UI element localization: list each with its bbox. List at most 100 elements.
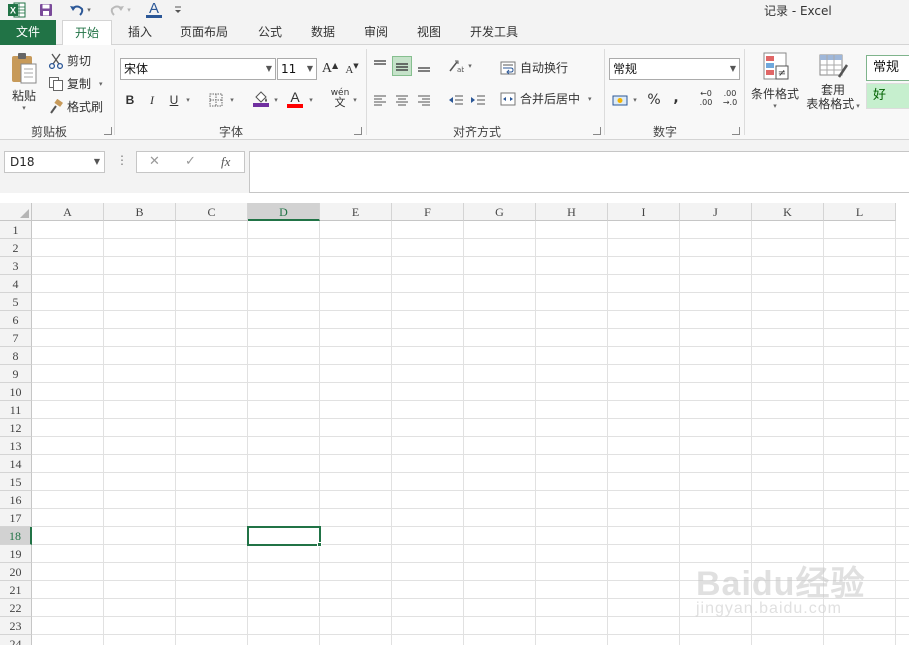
enter-icon[interactable]: ✓ [185,154,196,169]
column-header-a[interactable]: A [32,203,104,221]
row-header-8[interactable]: 8 [0,347,32,365]
align-middle-button[interactable] [392,56,412,76]
save-icon[interactable] [36,1,56,19]
column-header-k[interactable]: K [752,203,824,221]
row-header-4[interactable]: 4 [0,275,32,293]
row-header-6[interactable]: 6 [0,311,32,329]
row-header-22[interactable]: 22 [0,599,32,617]
row-header-21[interactable]: 21 [0,581,32,599]
font-color-button[interactable]: A [285,89,305,109]
underline-button[interactable]: U [164,90,184,110]
customize-quick-access-icon[interactable] [170,1,186,19]
column-header-j[interactable]: J [680,203,752,221]
row-header-24[interactable]: 24 [0,635,32,645]
borders-dropdown-icon[interactable]: ▾ [226,90,238,110]
column-header-g[interactable]: G [464,203,536,221]
format-painter-button[interactable]: 格式刷 [48,98,103,115]
cancel-icon[interactable]: ✕ [149,154,160,169]
number-format-combo[interactable]: 常规 ▼ [609,58,740,80]
phonetic-dropdown-icon[interactable]: ▾ [350,90,360,110]
column-header-c[interactable]: C [176,203,248,221]
row-header-23[interactable]: 23 [0,617,32,635]
tab-formulas[interactable]: 公式 [248,20,292,45]
font-size-combo[interactable]: 11 ▼ [277,58,317,80]
increase-decimal-button[interactable]: ←0 .00 [694,88,718,108]
redo-icon[interactable]: ▾ [105,1,135,19]
row-header-1[interactable]: 1 [0,221,32,239]
style-good[interactable]: 好 [866,83,909,109]
row-header-9[interactable]: 9 [0,365,32,383]
conditional-formatting-button[interactable]: ≠ 条件格式 ▾ [748,51,802,121]
row-header-11[interactable]: 11 [0,401,32,419]
underline-dropdown-icon[interactable]: ▾ [183,90,193,110]
tab-data[interactable]: 数据 [301,20,345,45]
active-cell[interactable] [247,526,321,546]
orientation-dropdown-icon[interactable]: ▾ [465,56,475,76]
select-all-button[interactable] [0,203,32,221]
bold-button[interactable]: B [120,90,140,110]
font-color-dropdown-icon[interactable]: ▾ [305,90,317,110]
tab-insert[interactable]: 插入 [118,20,162,45]
format-as-table-button[interactable]: 套用 表格格式 ▾ [802,51,864,121]
row-header-10[interactable]: 10 [0,383,32,401]
align-right-button[interactable] [414,90,434,110]
align-bottom-button[interactable] [414,56,434,76]
copy-button[interactable]: 复制 ▾ [48,75,103,92]
column-header-e[interactable]: E [320,203,392,221]
orientation-button[interactable]: ab [446,56,466,76]
column-header-h[interactable]: H [536,203,608,221]
name-box[interactable]: D18 ▼ [4,151,105,173]
row-header-13[interactable]: 13 [0,437,32,455]
align-left-button[interactable] [370,90,390,110]
font-name-combo[interactable]: 宋体 ▼ [120,58,276,80]
style-normal[interactable]: 常规 [866,55,909,81]
tab-review[interactable]: 审阅 [354,20,398,45]
cut-button[interactable]: 剪切 [48,52,91,69]
tab-view[interactable]: 视图 [407,20,451,45]
row-header-19[interactable]: 19 [0,545,32,563]
row-header-5[interactable]: 5 [0,293,32,311]
row-header-16[interactable]: 16 [0,491,32,509]
row-header-14[interactable]: 14 [0,455,32,473]
tab-developer[interactable]: 开发工具 [460,20,528,45]
row-header-3[interactable]: 3 [0,257,32,275]
column-header-b[interactable]: B [104,203,176,221]
paste-button[interactable]: 粘贴 ▾ [6,51,42,113]
wrap-text-button[interactable]: 自动换行 [500,59,568,76]
undo-icon[interactable]: ▾ [63,1,97,19]
row-header-17[interactable]: 17 [0,509,32,527]
row-header-20[interactable]: 20 [0,563,32,581]
column-header-l[interactable]: L [824,203,896,221]
row-header-12[interactable]: 12 [0,419,32,437]
column-header-d[interactable]: D [248,203,320,221]
increase-indent-button[interactable] [468,90,488,110]
tab-file[interactable]: 文件 [0,20,56,45]
number-launcher-icon[interactable] [732,127,740,135]
fill-color-button[interactable] [251,89,271,109]
more-options-icon[interactable]: ⋮ [116,153,128,167]
formula-input[interactable] [249,151,909,193]
row-header-2[interactable]: 2 [0,239,32,257]
row-header-15[interactable]: 15 [0,473,32,491]
align-top-button[interactable] [370,56,390,76]
fill-color-dropdown-icon[interactable]: ▾ [270,90,282,110]
align-center-button[interactable] [392,90,412,110]
accounting-dropdown-icon[interactable]: ▾ [630,90,640,110]
merge-center-button[interactable]: 合并后居中 ▾ [500,90,592,107]
row-header-18[interactable]: 18 [0,527,32,545]
clipboard-launcher-icon[interactable] [104,127,112,135]
insert-function-icon[interactable]: fx [221,154,230,170]
accounting-format-button[interactable] [611,90,631,110]
column-header-i[interactable]: I [608,203,680,221]
percent-button[interactable]: % [644,90,664,110]
comma-button[interactable]: , [666,88,686,108]
fill-handle[interactable] [317,542,322,547]
font-color-quick-icon[interactable]: A [143,1,165,19]
grow-font-button[interactable]: A ▲ [320,59,340,79]
row-header-7[interactable]: 7 [0,329,32,347]
shrink-font-button[interactable]: A ▼ [342,60,362,80]
alignment-launcher-icon[interactable] [593,127,601,135]
font-launcher-icon[interactable] [354,127,362,135]
borders-button[interactable] [206,90,226,110]
decrease-indent-button[interactable] [446,90,466,110]
